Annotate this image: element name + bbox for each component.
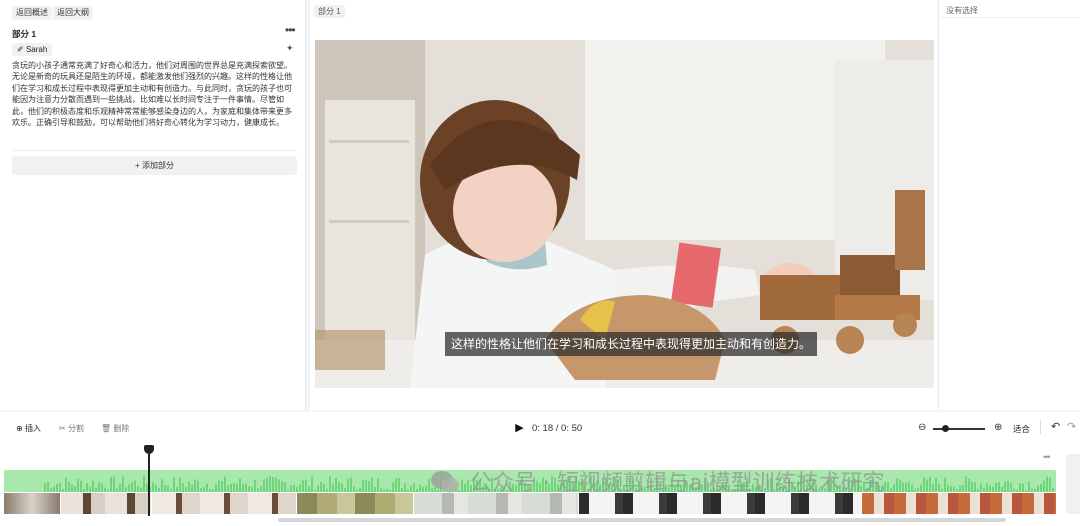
voice-icon: ✐ — [17, 45, 26, 54]
delete-label: 删除 — [113, 424, 130, 433]
playhead[interactable] — [148, 452, 150, 516]
back-to-outline-button[interactable]: 返回大纲 — [53, 6, 93, 20]
wechat-logo-icon — [430, 470, 460, 494]
ai-sparkle-icon[interactable]: ✦ — [286, 43, 294, 54]
zoom-in-icon[interactable]: ⊕ — [994, 422, 1002, 433]
divider — [12, 150, 296, 151]
more-options-icon[interactable]: ••• — [285, 23, 296, 37]
divider — [1040, 420, 1041, 434]
zoom-slider[interactable] — [933, 428, 985, 430]
timeline-more-icon[interactable]: ••• — [1043, 452, 1051, 462]
back-to-overview-button[interactable]: 返回概述 — [12, 6, 52, 20]
scroll-right-button[interactable] — [1066, 454, 1080, 514]
section-title: 部分 1 — [12, 29, 37, 39]
speaker-name: Sarah — [25, 45, 48, 54]
subtitle-overlay[interactable]: 这样的性格让他们在学习和成长过程中表现得更加主动和有创造力。 — [445, 332, 818, 356]
insert-label: 插入 — [24, 424, 41, 433]
time-readout: 0: 18 / 0: 50 — [532, 423, 583, 434]
undo-icon[interactable]: ↶ — [1051, 420, 1060, 433]
watermark-text: 公众号 · 短视频剪辑与ai模型训练技术研究 — [470, 471, 885, 496]
script-paragraph[interactable]: 贪玩的小孩子通常充满了好奇心和活力，他们对周围的世界总是充满探索欲望。无论是新奇… — [12, 60, 296, 128]
zoom-out-icon[interactable]: ⊖ — [918, 422, 926, 433]
trash-icon: 🗑 — [101, 424, 114, 433]
video-clip[interactable] — [152, 493, 296, 514]
redo-icon[interactable]: ↷ — [1067, 420, 1076, 433]
scissors-icon: ✂ — [59, 424, 68, 433]
zoom-slider-handle[interactable] — [942, 425, 949, 432]
delete-button[interactable]: 🗑 删除 — [101, 423, 129, 435]
no-selection-label: 没有选择 — [946, 6, 978, 15]
plus-circle-icon: ⊕ — [16, 424, 25, 433]
play-button[interactable]: ▶ — [512, 421, 527, 436]
split-label: 分割 — [67, 424, 84, 433]
play-icon: ▶ — [515, 422, 524, 434]
divider — [938, 17, 1080, 18]
video-clip[interactable] — [4, 493, 60, 514]
video-clip[interactable] — [297, 493, 413, 514]
properties-panel — [938, 0, 1080, 410]
speaker-tag[interactable]: ✐ Sarah — [12, 43, 53, 56]
timeline-scrollbar[interactable] — [278, 518, 1006, 522]
split-button[interactable]: ✂ 分割 — [59, 423, 84, 435]
preview-section-label: 部分 1 — [314, 5, 345, 18]
video-clip[interactable] — [862, 493, 1056, 514]
video-clip[interactable] — [61, 493, 151, 514]
insert-button[interactable]: ⊕ 插入 — [16, 423, 41, 435]
add-section-button[interactable]: + 添加部分 — [12, 156, 297, 175]
fit-button[interactable]: 适合 — [1013, 423, 1030, 435]
